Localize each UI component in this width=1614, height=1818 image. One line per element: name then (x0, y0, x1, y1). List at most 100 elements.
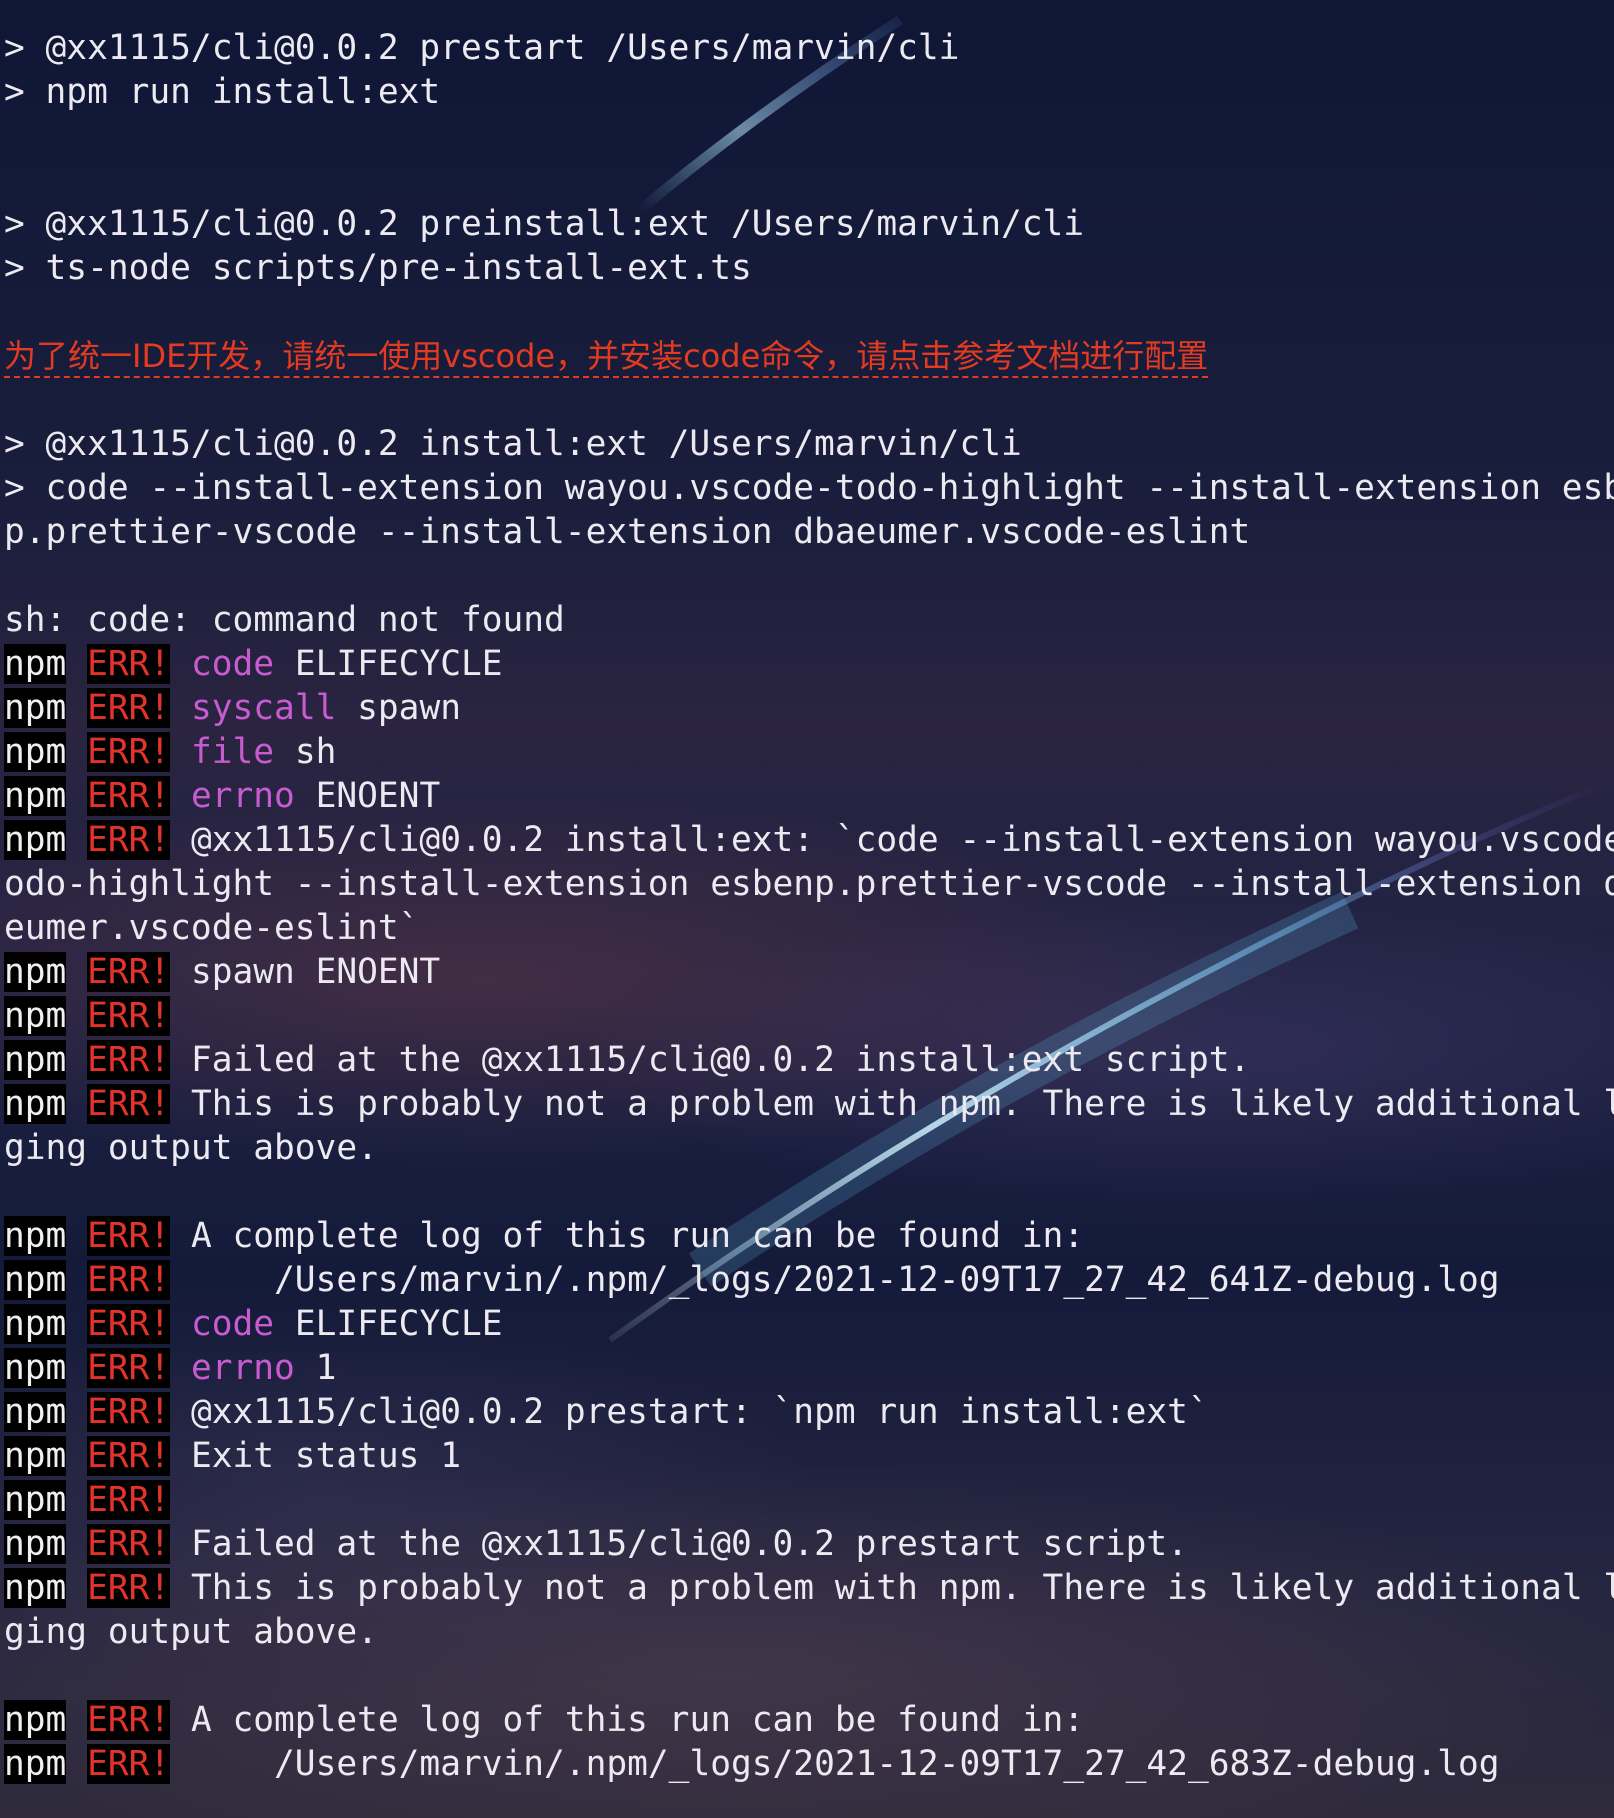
error-message: @xx1115/cli@0.0.2 install:ext: `code --i… (170, 820, 1614, 860)
line-text: sh: code: command not found (4, 600, 565, 640)
npm-label: npm (4, 1480, 67, 1520)
err-label: ERR! (87, 996, 171, 1036)
err-label: ERR! (87, 1436, 171, 1476)
npm-error-line: npm ERR! syscall spawn (4, 686, 1610, 730)
err-label: ERR! (87, 1348, 171, 1388)
error-message: Exit status 1 (170, 1436, 461, 1476)
npm-error-line: npm ERR! Failed at the @xx1115/cli@0.0.2… (4, 1522, 1610, 1566)
npm-label: npm (4, 1524, 67, 1564)
npm-label: npm (4, 732, 67, 772)
err-label: ERR! (87, 1304, 171, 1344)
terminal-output[interactable]: > @xx1115/cli@0.0.2 prestart /Users/marv… (4, 26, 1614, 1786)
npm-error-line: npm ERR! spawn ENOENT (4, 950, 1610, 994)
err-label: ERR! (87, 1744, 171, 1784)
error-message: /Users/marvin/.npm/_logs/2021-12-09T17_2… (170, 1260, 1500, 1300)
npm-label: npm (4, 1392, 67, 1432)
error-message: A complete log of this run can be found … (170, 1700, 1085, 1740)
npm-label: npm (4, 1084, 67, 1124)
error-message: This is probably not a problem with npm.… (170, 1084, 1614, 1124)
warning-line: 为了统一IDE开发，请统一使用vscode，并安装code命令，请点击参考文档进… (4, 334, 1610, 378)
npm-label: npm (4, 1700, 67, 1740)
output-line: ging output above. (4, 1126, 1610, 1170)
error-message: spawn (336, 688, 461, 728)
line-text: ging output above. (4, 1128, 378, 1168)
npm-label: npm (4, 1348, 67, 1388)
error-message: Failed at the @xx1115/cli@0.0.2 prestart… (170, 1524, 1188, 1564)
err-label: ERR! (87, 688, 171, 728)
npm-label: npm (4, 1304, 67, 1344)
output-line: > npm run install:ext (4, 70, 1610, 114)
output-line: > ts-node scripts/pre-install-ext.ts (4, 246, 1610, 290)
line-text: odo-highlight --install-extension esbenp… (4, 864, 1614, 904)
error-message: ELIFECYCLE (274, 644, 503, 684)
npm-error-line: npm ERR! @xx1115/cli@0.0.2 install:ext: … (4, 818, 1614, 862)
npm-error-line: npm ERR! Exit status 1 (4, 1434, 1610, 1478)
npm-error-line: npm ERR! code ELIFECYCLE (4, 1302, 1610, 1346)
error-message: ENOENT (294, 776, 441, 816)
npm-label: npm (4, 644, 67, 684)
npm-label: npm (4, 776, 67, 816)
err-label: ERR! (87, 1040, 171, 1080)
line-text: > code --install-extension wayou.vscode-… (4, 468, 1614, 508)
error-message: A complete log of this run can be found … (170, 1216, 1085, 1256)
npm-error-line: npm ERR! A complete log of this run can … (4, 1698, 1610, 1742)
npm-error-line: npm ERR! Failed at the @xx1115/cli@0.0.2… (4, 1038, 1610, 1082)
npm-label: npm (4, 688, 67, 728)
npm-error-line: npm ERR! errno ENOENT (4, 774, 1610, 818)
error-key: errno (190, 1348, 295, 1388)
npm-label: npm (4, 1216, 67, 1256)
error-message: @xx1115/cli@0.0.2 prestart: `npm run ins… (170, 1392, 1209, 1432)
npm-error-line: npm ERR! A complete log of this run can … (4, 1214, 1610, 1258)
output-line: ging output above. (4, 1610, 1610, 1654)
error-key: code (190, 1304, 275, 1344)
error-message: spawn ENOENT (170, 952, 441, 992)
line-text: > @xx1115/cli@0.0.2 install:ext /Users/m… (4, 424, 1022, 464)
output-line: > @xx1115/cli@0.0.2 preinstall:ext /User… (4, 202, 1610, 246)
npm-error-line: npm ERR! This is probably not a problem … (4, 1566, 1614, 1610)
line-text: > @xx1115/cli@0.0.2 preinstall:ext /User… (4, 204, 1085, 244)
err-label: ERR! (87, 1260, 171, 1300)
npm-label: npm (4, 952, 67, 992)
err-label: ERR! (87, 1568, 171, 1608)
err-label: ERR! (87, 732, 171, 772)
npm-error-line: npm ERR! /Users/marvin/.npm/_logs/2021-1… (4, 1742, 1610, 1786)
npm-label: npm (4, 1568, 67, 1608)
error-message: ELIFECYCLE (274, 1304, 503, 1344)
error-key: errno (190, 776, 295, 816)
err-label: ERR! (87, 820, 171, 860)
err-label: ERR! (87, 1392, 171, 1432)
line-text: > ts-node scripts/pre-install-ext.ts (4, 248, 752, 288)
npm-label: npm (4, 996, 67, 1036)
npm-error-line: npm ERR! errno 1 (4, 1346, 1610, 1390)
line-text: ging output above. (4, 1612, 378, 1652)
npm-error-line: npm ERR! @xx1115/cli@0.0.2 prestart: `np… (4, 1390, 1610, 1434)
line-text: eumer.vscode-eslint` (4, 908, 420, 948)
error-message: sh (274, 732, 337, 772)
output-line: > code --install-extension wayou.vscode-… (4, 466, 1614, 510)
npm-error-line: npm ERR! file sh (4, 730, 1610, 774)
npm-label: npm (4, 820, 67, 860)
line-text: > @xx1115/cli@0.0.2 prestart /Users/marv… (4, 28, 960, 68)
output-line: sh: code: command not found (4, 598, 1610, 642)
err-label: ERR! (87, 952, 171, 992)
err-label: ERR! (87, 776, 171, 816)
error-message: This is probably not a problem with npm.… (170, 1568, 1614, 1608)
error-key: code (190, 644, 275, 684)
npm-error-line: npm ERR! (4, 1478, 1610, 1522)
npm-label: npm (4, 1040, 67, 1080)
err-label: ERR! (87, 1084, 171, 1124)
output-line: > @xx1115/cli@0.0.2 install:ext /Users/m… (4, 422, 1610, 466)
err-label: ERR! (87, 1700, 171, 1740)
warning-link-text[interactable]: 为了统一IDE开发，请统一使用vscode，并安装code命令，请点击参考文档进… (4, 336, 1209, 378)
npm-label: npm (4, 1436, 67, 1476)
npm-error-line: npm ERR! code ELIFECYCLE (4, 642, 1610, 686)
output-line: p.prettier-vscode --install-extension db… (4, 510, 1610, 554)
err-label: ERR! (87, 644, 171, 684)
